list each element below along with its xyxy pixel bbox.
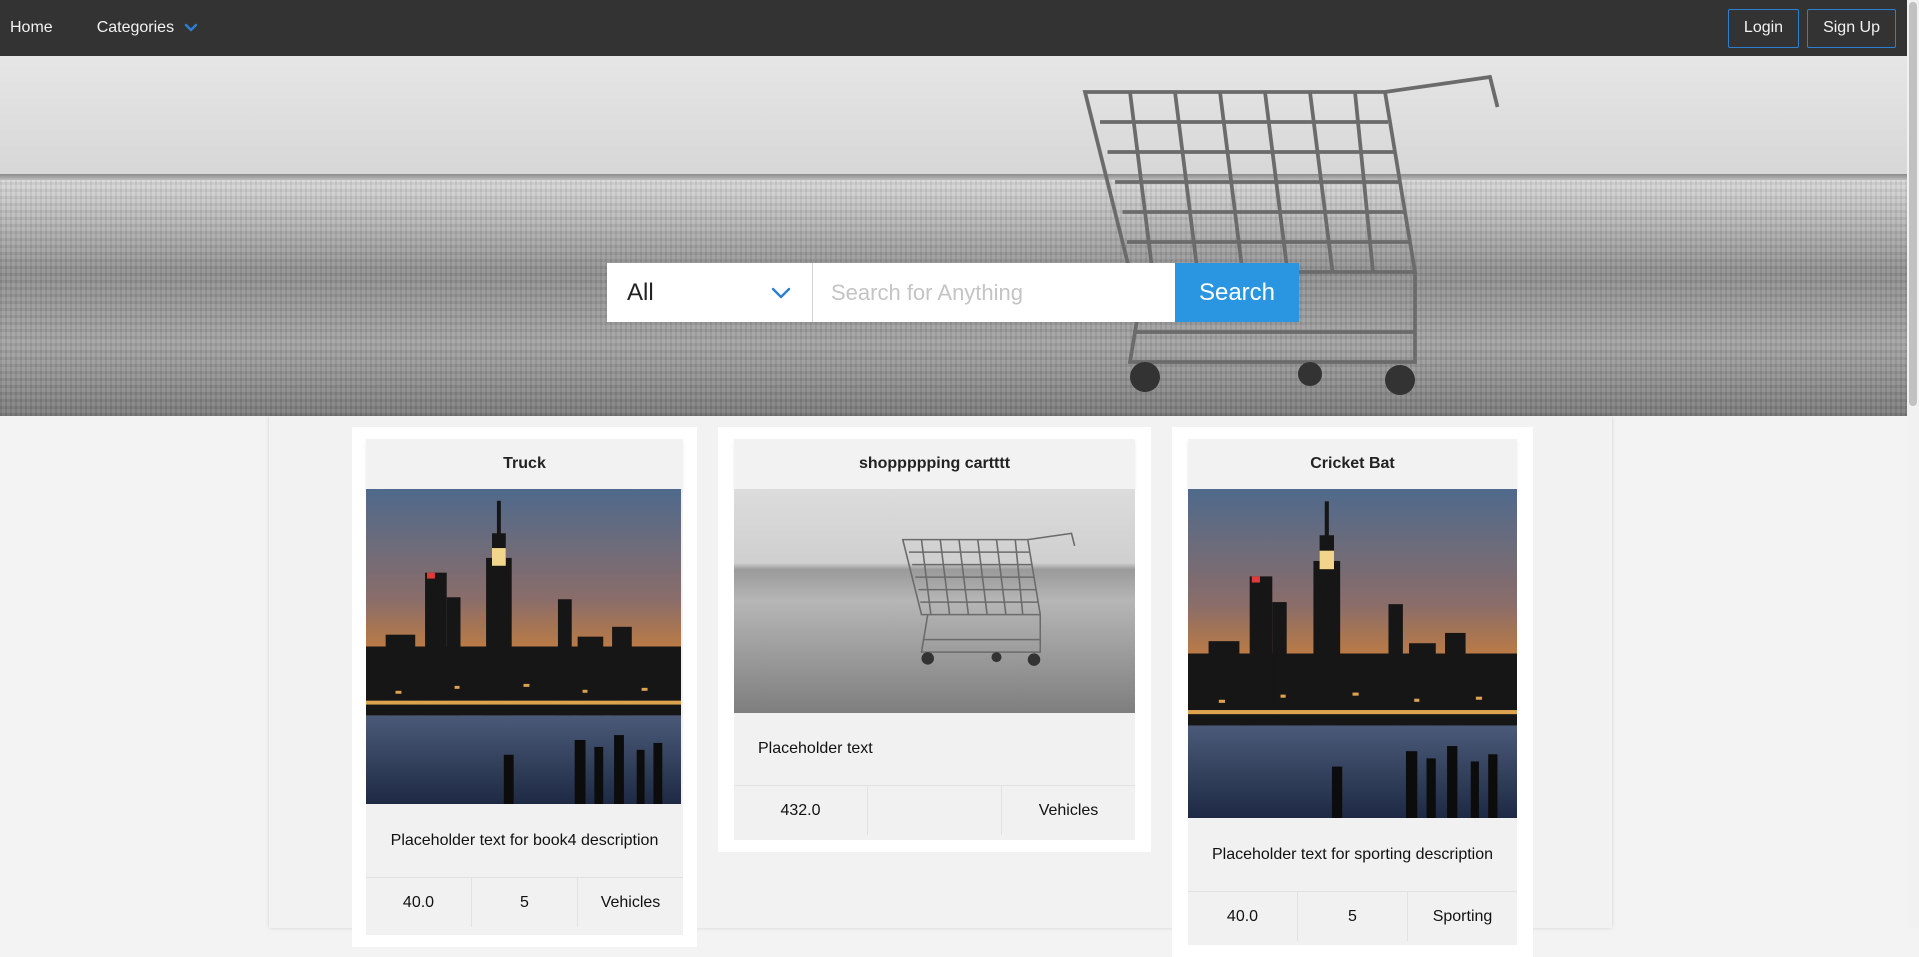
home-link-label: Home [10,19,53,36]
product-category: Vehicles [600,893,661,911]
product-description: Placeholder text for book4 description [390,831,659,849]
categories-dropdown[interactable]: Categories [85,0,210,56]
category-select[interactable]: All [607,263,813,322]
product-price: 432.0 [734,786,868,835]
navbar: Home Categories Login Sign Up [0,0,1907,56]
product-price: 40.0 [366,878,472,927]
chevron-down-icon [771,287,791,298]
product-card-body: Cricket Bat Placeholder text for sportin… [1188,439,1517,945]
product-description: Placeholder text [758,740,873,757]
product-stats: 40.0 5 Sporting [1188,891,1517,941]
signup-button[interactable]: Sign Up [1807,8,1896,48]
categories-label: Categories [96,19,175,36]
scrollbar-thumb[interactable] [1909,2,1917,406]
chevron-down-icon [184,23,198,32]
product-title: Truck [366,439,683,489]
product-card[interactable]: Cricket Bat Placeholder text for sportin… [1172,427,1533,957]
product-quantity: 5 [472,878,578,927]
product-image-city-skyline[interactable] [1188,489,1517,818]
login-button[interactable]: Login [1727,8,1800,48]
product-description: Placeholder text for sporting descriptio… [1211,845,1494,863]
home-link[interactable]: Home [0,0,65,56]
product-category: Vehicles [1038,801,1099,819]
nav-right-group: Login Sign Up [1727,8,1907,48]
product-card[interactable]: Truck Placeholder text for book4 descrip… [352,427,697,947]
hero-banner: All Search [0,56,1907,416]
product-quantity [868,786,1002,835]
product-card-body: Truck Placeholder text for book4 descrip… [366,439,683,935]
product-image-shopping-cart[interactable] [734,489,1135,713]
search-button[interactable]: Search [1175,263,1299,322]
product-image-city-skyline[interactable] [366,489,681,804]
search-bar: All Search [607,263,1299,322]
product-quantity: 5 [1298,892,1408,941]
search-input[interactable] [813,263,1175,322]
product-price: 40.0 [1188,892,1298,941]
product-stats: 40.0 5 Vehicles [366,877,683,927]
product-card[interactable]: shoppppping cartttt Placeholder text 432… [718,427,1151,852]
product-stats: 432.0 Vehicles [734,785,1135,835]
shopping-cart-background-icon [800,62,1760,407]
product-title: shoppppping cartttt [734,439,1135,489]
product-title: Cricket Bat [1188,439,1517,489]
product-card-body: shoppppping cartttt Placeholder text 432… [734,439,1135,840]
category-select-value: All [627,278,654,306]
nav-left-group: Home Categories [0,0,230,56]
product-category: Sporting [1432,907,1493,925]
